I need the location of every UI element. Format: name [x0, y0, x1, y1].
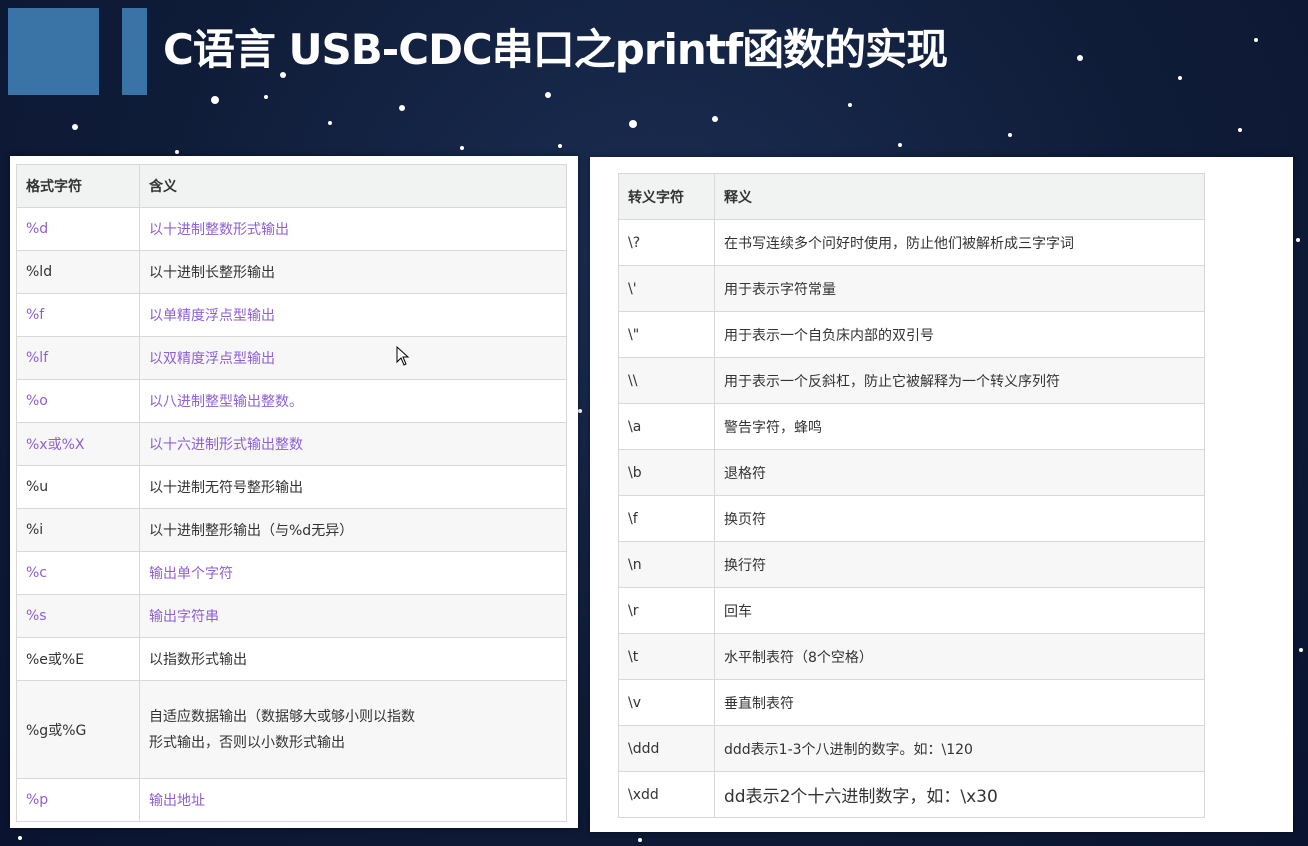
table-row: \xdd dd表示2个十六进制数字，如：\x30 — [618, 771, 1205, 818]
escape-meaning-cell: 用于表示一个自负床内部的双引号 — [714, 311, 1205, 358]
escape-code-cell: \\ — [618, 357, 715, 404]
escape-code-cell: \xdd — [618, 771, 715, 818]
format-specifier-table: 格式字符 含义 %d 以十进制整数形式输出 %ld 以十进制长整形输出 %f 以… — [16, 164, 567, 822]
format-meaning-cell: 自适应数据输出（数据够大或够小则以指数形式输出，否则以小数形式输出 — [139, 680, 567, 779]
format-meaning-cell[interactable]: 以八进制整型输出整数。 — [139, 379, 567, 423]
format-code-cell: %u — [16, 465, 140, 509]
format-specifier-panel: 格式字符 含义 %d 以十进制整数形式输出 %ld 以十进制长整形输出 %f 以… — [10, 156, 578, 828]
table-row: \v 垂直制表符 — [618, 679, 1205, 726]
table-row: %e或%E 以指数形式输出 — [16, 637, 567, 681]
column-header-escape: 转义字符 — [618, 173, 715, 220]
format-meaning-cell[interactable]: 以十六进制形式输出整数 — [139, 422, 567, 466]
escape-code-cell: \? — [618, 219, 715, 266]
escape-meaning-cell: 用于表示一个反斜杠，防止它被解释为一个转义序列符 — [714, 357, 1205, 404]
escape-meaning-cell: 换页符 — [714, 495, 1205, 542]
format-code-cell[interactable]: %o — [16, 379, 140, 423]
table-row: \f 换页符 — [618, 495, 1205, 542]
escape-code-cell: \r — [618, 587, 715, 634]
table-row: %p 输出地址 — [16, 778, 567, 822]
table-row: %d 以十进制整数形式输出 — [16, 207, 567, 251]
escape-meaning-cell: 用于表示字符常量 — [714, 265, 1205, 312]
escape-meaning-cell: 退格符 — [714, 449, 1205, 496]
table-row: \t 水平制表符（8个空格） — [618, 633, 1205, 680]
table-row: %c 输出单个字符 — [16, 551, 567, 595]
table-row: \ddd ddd表示1-3个八进制的数字。如：\120 — [618, 725, 1205, 772]
table-row: %ld 以十进制长整形输出 — [16, 250, 567, 294]
escape-meaning-cell: 在书写连续多个问好时使用，防止他们被解析成三字字词 — [714, 219, 1205, 266]
table-row: \? 在书写连续多个问好时使用，防止他们被解析成三字字词 — [618, 219, 1205, 266]
format-meaning-cell: 以十进制长整形输出 — [139, 250, 567, 294]
table-row: \\ 用于表示一个反斜杠，防止它被解释为一个转义序列符 — [618, 357, 1205, 404]
table-row: %lf 以双精度浮点型输出 — [16, 336, 567, 380]
table-row: %x或%X 以十六进制形式输出整数 — [16, 422, 567, 466]
mouse-pointer-icon — [396, 346, 410, 366]
table-row: \b 退格符 — [618, 449, 1205, 496]
format-code-cell[interactable]: %s — [16, 594, 140, 638]
format-code-cell: %e或%E — [16, 637, 140, 681]
table-row: \' 用于表示字符常量 — [618, 265, 1205, 312]
escape-code-cell: \' — [618, 265, 715, 312]
escape-code-cell: \f — [618, 495, 715, 542]
escape-code-cell: \t — [618, 633, 715, 680]
table-row: %i 以十进制整形输出（与%d无异） — [16, 508, 567, 552]
format-meaning-cell[interactable]: 输出单个字符 — [139, 551, 567, 595]
escape-meaning-cell: 垂直制表符 — [714, 679, 1205, 726]
escape-code-cell: \ddd — [618, 725, 715, 772]
table-row: \a 警告字符，蜂鸣 — [618, 403, 1205, 450]
format-meaning-cell[interactable]: 以双精度浮点型输出 — [139, 336, 567, 380]
format-code-cell: %i — [16, 508, 140, 552]
table-row: %o 以八进制整型输出整数。 — [16, 379, 567, 423]
format-meaning-cell: 以指数形式输出 — [139, 637, 567, 681]
table-row: %s 输出字符串 — [16, 594, 567, 638]
format-code-cell[interactable]: %x或%X — [16, 422, 140, 466]
table-row: \r 回车 — [618, 587, 1205, 634]
format-meaning-cell: 以十进制无符号整形输出 — [139, 465, 567, 509]
format-meaning-cell[interactable]: 以单精度浮点型输出 — [139, 293, 567, 337]
table-row: \n 换行符 — [618, 541, 1205, 588]
slide-title: C语言 USB-CDC串口之printf函数的实现 — [163, 25, 948, 74]
column-header-meaning: 含义 — [139, 164, 567, 208]
format-code-cell[interactable]: %p — [16, 778, 140, 822]
table-row: %g或%G 自适应数据输出（数据够大或够小则以指数形式输出，否则以小数形式输出 — [16, 680, 567, 779]
escape-code-cell: \a — [618, 403, 715, 450]
format-code-cell[interactable]: %c — [16, 551, 140, 595]
escape-meaning-cell: ddd表示1-3个八进制的数字。如：\120 — [714, 725, 1205, 772]
escape-code-cell: \v — [618, 679, 715, 726]
format-meaning-cell[interactable]: 以十进制整数形式输出 — [139, 207, 567, 251]
table-row: %u 以十进制无符号整形输出 — [16, 465, 567, 509]
format-code-cell[interactable]: %f — [16, 293, 140, 337]
escape-sequence-table: 转义字符 释义 \? 在书写连续多个问好时使用，防止他们被解析成三字字词 \' … — [618, 173, 1205, 818]
format-code-cell: %g或%G — [16, 680, 140, 779]
format-code-cell[interactable]: %lf — [16, 336, 140, 380]
format-meaning-cell[interactable]: 输出字符串 — [139, 594, 567, 638]
escape-meaning-cell: 水平制表符（8个空格） — [714, 633, 1205, 680]
format-code-cell[interactable]: %d — [16, 207, 140, 251]
escape-code-cell: \n — [618, 541, 715, 588]
escape-meaning-cell: dd表示2个十六进制数字，如：\x30 — [714, 771, 1205, 818]
column-header-format: 格式字符 — [16, 164, 140, 208]
table-row: %f 以单精度浮点型输出 — [16, 293, 567, 337]
column-header-explanation: 释义 — [714, 173, 1205, 220]
escape-code-cell: \" — [618, 311, 715, 358]
table-row: \" 用于表示一个自负床内部的双引号 — [618, 311, 1205, 358]
escape-meaning-cell: 换行符 — [714, 541, 1205, 588]
escape-meaning-cell: 警告字符，蜂鸣 — [714, 403, 1205, 450]
title-decoration-bar — [122, 8, 147, 95]
format-meaning-cell: 以十进制整形输出（与%d无异） — [139, 508, 567, 552]
format-code-cell: %ld — [16, 250, 140, 294]
format-meaning-cell[interactable]: 输出地址 — [139, 778, 567, 822]
escape-meaning-cell: 回车 — [714, 587, 1205, 634]
escape-sequence-panel: 转义字符 释义 \? 在书写连续多个问好时使用，防止他们被解析成三字字词 \' … — [590, 157, 1293, 832]
escape-code-cell: \b — [618, 449, 715, 496]
title-decoration-square — [8, 8, 99, 95]
